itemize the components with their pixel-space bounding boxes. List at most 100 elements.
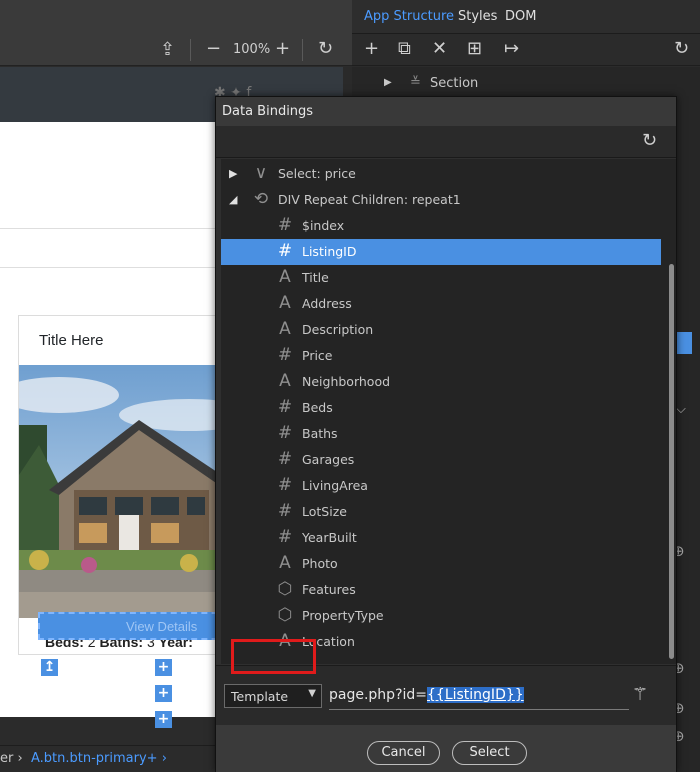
tree-row-beds[interactable]: # Beds bbox=[221, 395, 661, 421]
select-button[interactable]: Select bbox=[452, 741, 527, 765]
expression-binding: {{ListingID}} bbox=[427, 687, 524, 703]
text-icon: A bbox=[279, 319, 291, 339]
zoom-out-icon[interactable]: − bbox=[206, 39, 221, 59]
tree-row-label: Neighborhood bbox=[302, 374, 391, 389]
section-icon: ≚ bbox=[410, 75, 421, 90]
insert-before-icon[interactable]: + bbox=[155, 659, 172, 676]
tree-row-label: ListingID bbox=[302, 244, 357, 259]
tree-row-label: LivingArea bbox=[302, 478, 368, 493]
text-icon: A bbox=[279, 553, 291, 573]
zoom-in-icon[interactable]: + bbox=[275, 39, 290, 59]
tree-row-label: Garages bbox=[302, 452, 355, 467]
card-title: Title Here bbox=[39, 332, 104, 349]
tree-row-index[interactable]: # $index bbox=[221, 213, 661, 239]
expression-input[interactable]: page.php?id={{ListingID}} bbox=[329, 682, 629, 710]
tree-row-label: Photo bbox=[302, 556, 338, 571]
refresh-icon[interactable]: ↻ bbox=[642, 131, 657, 151]
duplicate-icon[interactable]: ⧉ bbox=[398, 39, 411, 59]
tree-row-label: $index bbox=[302, 218, 345, 233]
dialog-buttons: Cancel Select bbox=[216, 725, 676, 772]
cancel-button[interactable]: Cancel bbox=[367, 741, 440, 765]
number-icon: # bbox=[277, 449, 293, 469]
tree-row-garages[interactable]: # Garages bbox=[221, 447, 661, 473]
tree-scrollbar[interactable] bbox=[668, 159, 676, 664]
tree-row-label: Title bbox=[302, 270, 329, 285]
expression-bar: Template ▼ page.php?id={{ListingID}} ⚚ bbox=[216, 665, 676, 725]
tree-row-neighborhood[interactable]: A Neighborhood bbox=[221, 369, 661, 395]
design-toolbar: ⇪ − 100% + ↻ bbox=[0, 34, 352, 66]
tree-row-livingarea[interactable]: # LivingArea bbox=[221, 473, 661, 499]
toolbar-divider bbox=[302, 39, 303, 61]
tree-row-description[interactable]: A Description bbox=[221, 317, 661, 343]
number-icon: # bbox=[277, 501, 293, 521]
tree-row-baths[interactable]: # Baths bbox=[221, 421, 661, 447]
structure-toolbar: + ⧉ ✕ ⊞ ↦ ↻ bbox=[352, 34, 700, 66]
refresh-icon[interactable]: ↻ bbox=[318, 39, 333, 59]
chevron-icon: ∨ bbox=[254, 163, 268, 183]
chevron-down-icon[interactable]: ⌵ bbox=[676, 402, 686, 417]
tree-row-label: LotSize bbox=[302, 504, 347, 519]
top-tab-strip: App Structure Styles DOM bbox=[0, 0, 700, 34]
zoom-level: 100% bbox=[233, 42, 271, 57]
tree-row-label: Price bbox=[302, 348, 333, 363]
object-icon: ⬡ bbox=[277, 579, 293, 599]
tree-row-address[interactable]: A Address bbox=[221, 291, 661, 317]
tree-row-div-repeat-children-repeat1[interactable]: ◢ ⟲ DIV Repeat Children: repeat1 bbox=[221, 187, 661, 213]
tree-row-photo[interactable]: A Photo bbox=[221, 551, 661, 577]
design-view-tabbar bbox=[0, 0, 352, 34]
expand-arrow-icon[interactable]: ▶ bbox=[229, 167, 237, 180]
dropdown-arrow-icon: ▼ bbox=[308, 688, 316, 699]
tree-row-label: YearBuilt bbox=[302, 530, 357, 545]
number-icon: # bbox=[277, 423, 293, 443]
text-icon: A bbox=[279, 371, 291, 391]
tree-row-label: DIV Repeat Children: repeat1 bbox=[278, 192, 461, 207]
expression-prefix: page.php?id= bbox=[329, 687, 427, 703]
insert-inside-icon[interactable]: + bbox=[155, 685, 172, 702]
tree-row-listingid[interactable]: # ListingID bbox=[221, 239, 661, 265]
expand-arrow-icon[interactable]: ◢ bbox=[229, 193, 237, 206]
tree-row-yearbuilt[interactable]: # YearBuilt bbox=[221, 525, 661, 551]
tree-row-price[interactable]: # Price bbox=[221, 343, 661, 369]
view-details-button[interactable]: View Details bbox=[38, 612, 238, 640]
tree-item-section[interactable]: Section bbox=[430, 76, 478, 91]
magic-wand-icon[interactable]: ⚚ bbox=[632, 684, 648, 705]
move-handle-icon[interactable]: ↥ bbox=[41, 659, 58, 676]
tree-row-lotsize[interactable]: # LotSize bbox=[221, 499, 661, 525]
wrap-icon[interactable]: ⊞ bbox=[467, 39, 482, 59]
breadcrumb-parent[interactable]: er › bbox=[0, 751, 23, 766]
number-icon: # bbox=[277, 397, 293, 417]
bindings-tree: ▶ ∨ Select: price ◢ ⟲ DIV Repeat Children: re… bbox=[221, 159, 668, 664]
insert-after-icon[interactable]: + bbox=[155, 711, 172, 728]
text-icon: A bbox=[279, 267, 291, 287]
object-icon: ⬡ bbox=[277, 605, 293, 625]
tab-app-structure[interactable]: App Structure bbox=[364, 9, 454, 24]
selected-marker bbox=[677, 332, 692, 354]
number-icon: # bbox=[277, 215, 293, 235]
share-icon[interactable]: ⇪ bbox=[160, 40, 175, 60]
add-icon[interactable]: + bbox=[364, 39, 379, 59]
refresh-icon[interactable]: ↻ bbox=[674, 39, 689, 59]
number-icon: # bbox=[277, 241, 293, 261]
delete-icon[interactable]: ✕ bbox=[432, 39, 447, 59]
tree-row-label: Beds bbox=[302, 400, 333, 415]
tree-row-propertytype[interactable]: ⬡ PropertyType bbox=[221, 603, 661, 629]
format-select[interactable]: Template ▼ bbox=[224, 684, 322, 708]
tab-dom[interactable]: DOM bbox=[505, 9, 536, 24]
move-out-icon[interactable]: ↦ bbox=[504, 39, 519, 59]
tree-row-label: Features bbox=[302, 582, 356, 597]
tree-row-label: Address bbox=[302, 296, 352, 311]
scroll-thumb[interactable] bbox=[669, 264, 674, 659]
tree-row-select-price[interactable]: ▶ ∨ Select: price bbox=[221, 161, 661, 187]
tree-row-label: Description bbox=[302, 322, 374, 337]
dialog-title: Data Bindings bbox=[216, 97, 676, 126]
tab-styles[interactable]: Styles bbox=[458, 9, 497, 24]
tree-row-features[interactable]: ⬡ Features bbox=[221, 577, 661, 603]
tree-row-title[interactable]: A Title bbox=[221, 265, 661, 291]
toolbar-divider bbox=[190, 39, 191, 61]
number-icon: # bbox=[277, 527, 293, 547]
dialog-toolbar: ↻ bbox=[216, 126, 676, 158]
expand-arrow-icon[interactable]: ▶ bbox=[384, 77, 392, 88]
format-select-value: Template bbox=[231, 689, 289, 704]
breadcrumb-current[interactable]: A.btn.btn-primary+ › bbox=[31, 751, 167, 766]
listing-card[interactable]: Title Here Beds: 2 Baths: 3 Year: bbox=[18, 315, 249, 655]
